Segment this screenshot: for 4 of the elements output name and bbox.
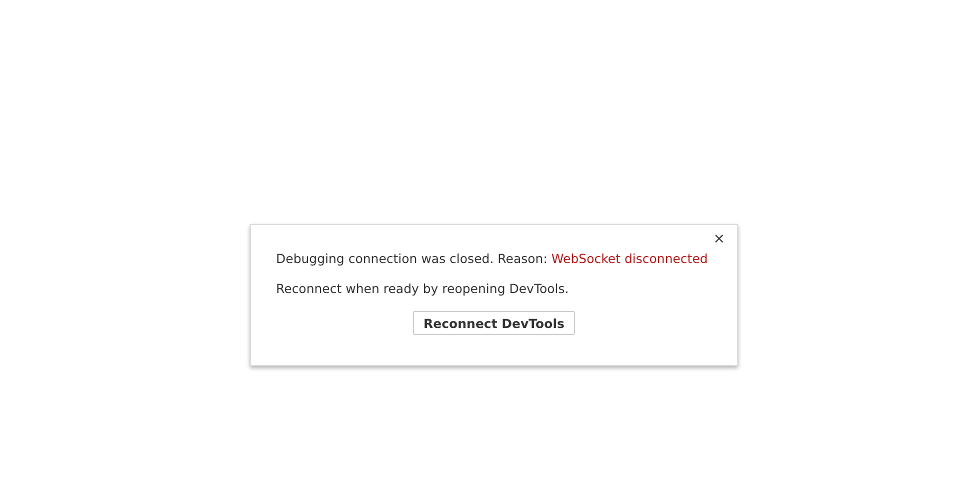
close-button[interactable]: ×	[711, 231, 727, 247]
hint-text: Reconnect when ready by reopening DevTools.	[276, 281, 570, 297]
message-text: Debugging connection was closed. Reason: WebSocket disconnected	[276, 251, 709, 267]
reconnect-button[interactable]: Reconnect DevTools	[412, 311, 576, 335]
